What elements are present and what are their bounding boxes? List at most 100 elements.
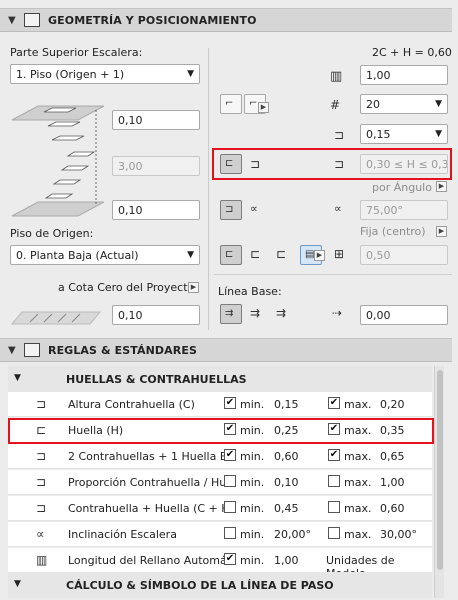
min-value[interactable]: 0,45 bbox=[274, 502, 299, 515]
min-checkbox[interactable] bbox=[224, 501, 236, 513]
baseline-icon-3[interactable]: ⇉ bbox=[276, 306, 286, 320]
min-label: min. bbox=[240, 554, 265, 567]
fixed-rule-button-1[interactable]: ⌐ bbox=[220, 94, 242, 114]
highlight-box bbox=[8, 418, 434, 444]
max-checkbox[interactable]: ✔ bbox=[328, 449, 340, 461]
stair-icon: ⌐ bbox=[225, 98, 234, 109]
rule-row[interactable]: ⊐ Contrahuella + Huella (C + H min. 0,45 max… bbox=[8, 496, 432, 521]
baseline-offset-field[interactable]: 0,00 bbox=[360, 305, 448, 325]
top-stair-select[interactable]: 1. Piso (Origen + 1) ▼ bbox=[10, 64, 200, 84]
min-value[interactable]: 1,00 bbox=[274, 554, 299, 567]
collapse-triangle-icon[interactable]: ▼ bbox=[14, 373, 21, 383]
riser-plus-tread-icon: ⊐ bbox=[36, 501, 47, 515]
risers-number-value: 20 bbox=[366, 98, 380, 111]
baseline-offset-icon: ⇢ bbox=[332, 306, 343, 320]
chevron-down-icon: ▼ bbox=[435, 129, 442, 139]
offset-top-field[interactable]: 0,10 bbox=[112, 110, 200, 130]
min-value[interactable]: 20,00° bbox=[274, 528, 311, 541]
min-label: min. bbox=[240, 528, 265, 541]
walkline-icon: ⊏ bbox=[225, 249, 234, 260]
rule-label: Longitud del Rellano Automá bbox=[68, 554, 227, 567]
max-checkbox[interactable] bbox=[328, 527, 340, 539]
risers-number-icon: # bbox=[330, 98, 341, 112]
min-checkbox[interactable]: ✔ bbox=[224, 397, 236, 409]
project-zero-field[interactable]: 0,10 bbox=[112, 305, 200, 325]
fixed-center-label: Fija (centro) bbox=[360, 225, 426, 238]
landing-length-icon: ▥ bbox=[36, 553, 48, 567]
rule-options-arrow-icon[interactable]: ▶ bbox=[258, 102, 269, 113]
max-label: max. bbox=[344, 502, 372, 515]
rule-row[interactable]: ▥ Longitud del Rellano Automá ✔ min. 1,00 Uni… bbox=[8, 548, 432, 580]
stair-height-field: 3,00 bbox=[112, 156, 200, 176]
max-checkbox[interactable]: ✔ bbox=[328, 397, 340, 409]
highlight-box bbox=[212, 148, 452, 180]
rule-label: Proporción Contrahuella / Hu bbox=[68, 476, 227, 489]
angle-arrow-icon[interactable]: ▶ bbox=[436, 181, 447, 192]
rule-row[interactable]: ⊐ Altura Contrahuella (C) ✔ min. 0,15 ✔ max. 0,… bbox=[8, 392, 432, 417]
top-stair-label: Parte Superior Escalera: bbox=[10, 46, 143, 59]
min-checkbox[interactable]: ✔ bbox=[224, 449, 236, 461]
angle-field: 75,00° bbox=[360, 200, 448, 220]
walkline-arrow-icon[interactable]: ▶ bbox=[314, 250, 325, 261]
rule-label: Contrahuella + Huella (C + H bbox=[68, 502, 228, 515]
chevron-down-icon: ▼ bbox=[435, 99, 442, 109]
collapse-triangle-icon[interactable]: ▼ bbox=[14, 579, 21, 589]
rule-row[interactable]: ⊐ Proporción Contrahuella / Hu min. 0,10 max… bbox=[8, 470, 432, 495]
walkline-type-icon-3[interactable]: ⊏ bbox=[276, 247, 286, 261]
min-checkbox[interactable]: ✔ bbox=[224, 553, 236, 565]
offset-bottom-field[interactable]: 0,10 bbox=[112, 200, 200, 220]
two-risers-tread-icon: ⊐ bbox=[36, 449, 47, 463]
rules-icon bbox=[24, 343, 40, 357]
stair-step-icon: ⌐ bbox=[249, 98, 258, 109]
walkline-offset-field: 0,50 bbox=[360, 245, 448, 265]
min-checkbox[interactable] bbox=[224, 527, 236, 539]
walkline-type-icon-2[interactable]: ⊏ bbox=[250, 247, 260, 261]
subsection-walkline-header[interactable]: ▼ CÁLCULO & SÍMBOLO DE LA LÍNEA DE PASO bbox=[8, 572, 432, 598]
riser-height-value: 0,15 bbox=[366, 128, 391, 141]
origin-floor-select[interactable]: 0. Planta Baja (Actual) ▼ bbox=[10, 245, 200, 265]
baseline-icon-2[interactable]: ⇉ bbox=[250, 306, 260, 320]
scrollbar[interactable] bbox=[434, 366, 444, 598]
riser-icon: ⊐ bbox=[225, 204, 234, 215]
min-value[interactable]: 0,10 bbox=[274, 476, 299, 489]
walkline-type-button-1[interactable]: ⊏ bbox=[220, 245, 242, 265]
riser-type-button[interactable]: ⊐ bbox=[220, 200, 242, 220]
rules-section-title: REGLAS & ESTÁNDARES bbox=[48, 344, 197, 357]
baseline-button-1[interactable]: ⇉ bbox=[220, 304, 242, 324]
origin-floor-select-value: 0. Planta Baja (Actual) bbox=[16, 249, 139, 262]
geometry-section-title: GEOMETRÍA Y POSICIONAMIENTO bbox=[48, 14, 257, 27]
rule-label: Inclinación Escalera bbox=[68, 528, 177, 541]
geometry-icon bbox=[24, 13, 40, 27]
max-checkbox[interactable] bbox=[328, 475, 340, 487]
geometry-section-header[interactable]: ▼ GEOMETRÍA Y POSICIONAMIENTO bbox=[0, 8, 452, 32]
max-value[interactable]: 0,65 bbox=[380, 450, 405, 463]
risers-number-select[interactable]: 20 ▼ bbox=[360, 94, 448, 114]
collapse-triangle-icon[interactable]: ▼ bbox=[8, 345, 16, 356]
stair-width-field[interactable]: 1,00 bbox=[360, 65, 448, 85]
rules-section-header[interactable]: ▼ REGLAS & ESTÁNDARES bbox=[0, 338, 452, 362]
max-value[interactable]: 30,00° bbox=[380, 528, 417, 541]
riser-height-select[interactable]: 0,15 ▼ bbox=[360, 124, 448, 144]
riser-tread-ratio-icon: ⊐ bbox=[36, 475, 47, 489]
project-zero-arrow-icon[interactable]: ▶ bbox=[188, 282, 199, 293]
subsection-treads-header[interactable]: ▼ HUELLAS & CONTRAHUELLAS bbox=[8, 366, 432, 392]
max-checkbox[interactable] bbox=[328, 501, 340, 513]
min-label: min. bbox=[240, 398, 265, 411]
max-value[interactable]: 0,60 bbox=[380, 502, 405, 515]
slope-icon[interactable]: ∝ bbox=[250, 202, 258, 215]
rule-row[interactable]: ∝ Inclinación Escalera min. 20,00° max. 30,00… bbox=[8, 522, 432, 547]
max-value[interactable]: 1,00 bbox=[380, 476, 405, 489]
scrollbar-thumb[interactable] bbox=[437, 370, 443, 570]
rule-label: Altura Contrahuella (C) bbox=[68, 398, 195, 411]
base-level-icon bbox=[10, 311, 102, 325]
max-value[interactable]: 0,20 bbox=[380, 398, 405, 411]
fixed-center-arrow-icon[interactable]: ▶ bbox=[436, 226, 447, 237]
min-checkbox[interactable] bbox=[224, 475, 236, 487]
min-value[interactable]: 0,60 bbox=[274, 450, 299, 463]
chevron-down-icon: ▼ bbox=[187, 250, 194, 260]
baseline-label: Línea Base: bbox=[218, 285, 282, 298]
min-label: min. bbox=[240, 502, 265, 515]
min-value[interactable]: 0,15 bbox=[274, 398, 299, 411]
rule-row[interactable]: ⊐ 2 Contrahuellas + 1 Huella Ef ✔ min. 0,60 ✔… bbox=[8, 444, 432, 469]
collapse-triangle-icon[interactable]: ▼ bbox=[8, 15, 16, 26]
